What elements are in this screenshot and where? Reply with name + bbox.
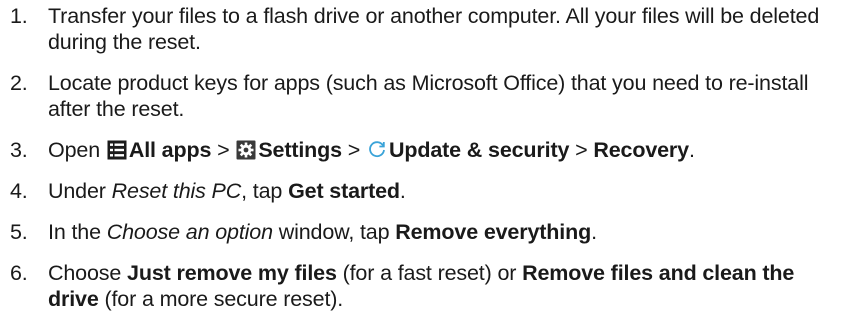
update-refresh-icon (369, 141, 385, 158)
step-number: 1. (10, 4, 28, 28)
step-5: 5. In the Choose an option window, tap R… (0, 219, 854, 245)
step-number: 2. (10, 71, 28, 95)
remove-everything-label: Remove everything (395, 220, 592, 244)
step-text-fast: (for a fast reset) or (342, 261, 517, 285)
step-number: 5. (10, 220, 28, 244)
choose-option-label: Choose an option (106, 220, 273, 244)
get-started-label: Get started (288, 179, 400, 203)
all-apps-icon (107, 140, 127, 160)
step-text-window-tap: window, tap (278, 220, 390, 244)
separator: > (575, 138, 588, 162)
step-text-in-the: In the (48, 220, 101, 244)
step-text-under: Under (48, 179, 106, 203)
period: . (399, 179, 406, 203)
step-number: 3. (10, 138, 28, 162)
reset-steps-list: 1. Transfer your files to a flash drive … (0, 0, 854, 312)
reset-this-pc-label: Reset this PC (111, 179, 242, 203)
update-security-label: Update & security (389, 138, 570, 162)
step-text: Transfer your files to a flash drive or … (48, 4, 820, 54)
step-text-choose: Choose (48, 261, 122, 285)
recovery-label: Recovery (593, 138, 689, 162)
step-4: 4. Under Reset this PC, tap Get started. (0, 178, 854, 204)
separator: > (347, 138, 361, 162)
step-6: 6. Choose Just remove my files (for a fa… (0, 260, 854, 312)
step-3: 3. Open All apps > Settings > Update & s… (0, 137, 854, 163)
step-number: 4. (10, 179, 28, 203)
step-text-open: Open (48, 138, 100, 162)
step-1: 1. Transfer your files to a flash drive … (0, 0, 854, 55)
step-2: 2. Locate product keys for apps (such as… (0, 70, 854, 122)
separator: > (217, 138, 230, 162)
period: . (688, 138, 695, 162)
settings-gear-icon (236, 140, 256, 160)
all-apps-label: All apps (128, 138, 212, 162)
step-text: Locate product keys for apps (such as Mi… (48, 71, 809, 121)
period: . (591, 220, 597, 244)
step-text-tap: , tap (241, 179, 283, 203)
step-number: 6. (10, 261, 28, 285)
just-remove-files-label: Just remove my files (127, 261, 337, 285)
settings-label: Settings (258, 138, 342, 162)
step-text-secure: (for a more secure reset). (104, 287, 344, 311)
